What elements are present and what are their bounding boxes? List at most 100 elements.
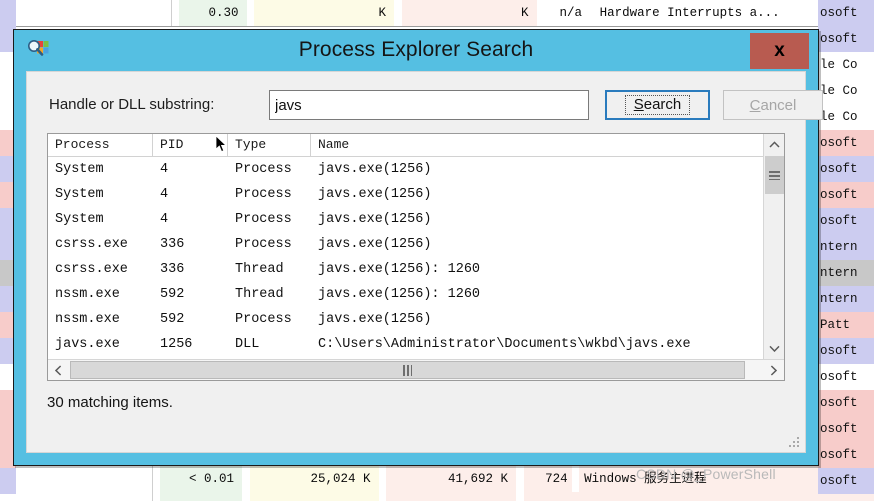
background-row-fragment: le Co: [818, 52, 874, 78]
search-input[interactable]: [269, 90, 589, 120]
background-row-fragment: osoft: [818, 390, 874, 416]
status-text: 30 matching items.: [47, 394, 173, 411]
background-row-fragment: osoft: [818, 0, 874, 26]
cell-process: csrss.exe: [55, 262, 128, 277]
chevron-left-icon[interactable]: [48, 360, 69, 380]
cell-name: javs.exe(1256): [318, 212, 432, 227]
cell-type: Process: [235, 312, 292, 327]
cell-process: javs.exe: [55, 337, 120, 352]
cell-name: javs.exe(1256): [318, 312, 432, 327]
background-row-stripe: [0, 0, 16, 26]
cell-type: Process: [235, 187, 292, 202]
background-row-fragment: osoft: [818, 182, 874, 208]
cancel-button-label-rest: ancel: [760, 96, 797, 114]
bg-column-divider: [171, 0, 172, 26]
chevron-right-icon[interactable]: [763, 360, 784, 380]
table-row[interactable]: System 4 Process javs.exe(1256): [48, 157, 763, 182]
cancel-button: Cancel: [723, 90, 823, 120]
column-header-name[interactable]: Name: [311, 134, 781, 156]
table-row[interactable]: csrss.exe 336 Thread javs.exe(1256): 1260: [48, 257, 763, 282]
background-row-fragment: osoft: [818, 442, 874, 468]
column-header-type[interactable]: Type: [228, 134, 311, 156]
background-row-bottom-clipped: [0, 492, 874, 501]
bg-pid-cell-2: 724: [523, 466, 572, 492]
screen: 0.30 K K n/a Hardware Interrupts a... < …: [0, 0, 874, 501]
cell-type: DLL: [235, 337, 260, 352]
horizontal-scrollbar[interactable]: [48, 359, 784, 380]
cancel-button-mnemonic: C: [749, 96, 761, 114]
background-row-fragment: osoft: [818, 416, 874, 442]
hscroll-thumb-grip: [403, 364, 412, 376]
bg-working-set-cell-2: 41,692 K: [386, 466, 517, 492]
background-row-fragment: osoft: [818, 130, 874, 156]
background-row-top: 0.30 K K n/a Hardware Interrupts a...: [0, 0, 874, 26]
cell-pid: 336: [160, 237, 185, 252]
table-row[interactable]: nssm.exe 592 Thread javs.exe(1256): 1260: [48, 282, 763, 307]
background-row-fragment: osoft: [818, 364, 874, 390]
cell-name: javs.exe(1256): [318, 162, 432, 177]
bg-header-rule: [0, 26, 874, 27]
vertical-scrollbar[interactable]: [763, 134, 784, 359]
process-explorer-search-dialog: Process Explorer Search x Handle or DLL …: [13, 29, 823, 466]
cell-process: csrss.exe: [55, 237, 128, 252]
column-header-process[interactable]: Process: [48, 134, 153, 156]
cell-name: C:\Users\Administrator\Documents\wkbd\ja…: [318, 337, 691, 352]
table-row[interactable]: System 4 Process javs.exe(1256): [48, 207, 763, 232]
close-button[interactable]: x: [750, 33, 809, 69]
table-row[interactable]: nssm.exe 592 Process javs.exe(1256): [48, 307, 763, 332]
cell-name: javs.exe(1256): [318, 187, 432, 202]
background-row-fragment: osoft: [818, 26, 874, 52]
background-row-fragment: osoft: [818, 156, 874, 182]
table-row[interactable]: javs.exe 1256 DLL C:\Users\Administrator\Do…: [48, 332, 763, 357]
search-button[interactable]: Search: [605, 90, 710, 120]
column-header-pid[interactable]: PID: [153, 134, 228, 156]
cell-type: Thread: [235, 287, 284, 302]
cell-pid: 4: [160, 187, 169, 202]
background-row-fragment: ntern: [818, 286, 874, 312]
bg-private-bytes-cell-2: 25,024 K: [249, 466, 379, 492]
bg-pid-cell: n/a: [544, 0, 587, 26]
cell-name: javs.exe(1256): 1260: [318, 287, 481, 302]
table-row[interactable]: System 4 Process javs.exe(1256): [48, 182, 763, 207]
background-row-fragment: osoft: [818, 468, 874, 494]
background-row-fragment: le Co: [818, 104, 874, 130]
search-results-listview[interactable]: Process PID Type Name System 4 Process javs.ex…: [47, 133, 785, 381]
search-input-label: Handle or DLL substring:: [49, 96, 215, 113]
chevron-up-icon[interactable]: [764, 134, 784, 155]
background-row-stripe: [0, 468, 16, 494]
results-rows[interactable]: System 4 Process javs.exe(1256) System 4 Proce…: [48, 157, 763, 359]
dialog-client-area: Handle or DLL substring: Search Cancel P…: [26, 71, 823, 453]
background-row-fragment: le Co: [818, 78, 874, 104]
cell-pid: 592: [160, 287, 185, 302]
background-row-fragment: ntern: [818, 260, 874, 286]
chevron-down-icon[interactable]: [764, 338, 784, 359]
cell-pid: 4: [160, 212, 169, 227]
cell-pid: 4: [160, 162, 169, 177]
bg-private-bytes-cell: K: [254, 0, 395, 26]
results-header-row[interactable]: Process PID Type Name: [48, 134, 781, 157]
dialog-titlebar[interactable]: Process Explorer Search x: [14, 30, 818, 71]
status-bar: 30 matching items.: [47, 389, 785, 416]
horizontal-scroll-thumb[interactable]: [70, 361, 745, 379]
cell-type: Process: [235, 212, 292, 227]
cell-pid: 592: [160, 312, 185, 327]
cell-process: System: [55, 187, 104, 202]
cell-pid: 336: [160, 262, 185, 277]
dialog-title: Process Explorer Search: [298, 38, 534, 61]
cell-process: nssm.exe: [55, 287, 120, 302]
cell-process: nssm.exe: [55, 312, 120, 327]
background-row-bottom: < 0.01 25,024 K 41,692 K 724 Windows 服务主…: [0, 466, 874, 492]
resize-grip-icon[interactable]: [787, 435, 801, 449]
background-row-fragment: Patt: [818, 312, 874, 338]
cell-type: Process: [235, 162, 292, 177]
search-button-label-rest: earch: [643, 96, 682, 113]
table-row[interactable]: csrss.exe 336 Process javs.exe(1256): [48, 232, 763, 257]
background-right-rows: osoft osoft le Co le Co le Co osoft osoft osoft…: [818, 0, 874, 501]
background-row-fragment: ntern: [818, 234, 874, 260]
bg-cpu-cell-2: < 0.01: [160, 466, 243, 492]
cell-type: Process: [235, 237, 292, 252]
search-button-mnemonic: S: [633, 96, 644, 113]
cell-pid: 1256: [160, 337, 193, 352]
vertical-scroll-thumb[interactable]: [765, 156, 784, 194]
background-row-fragment: osoft: [818, 208, 874, 234]
